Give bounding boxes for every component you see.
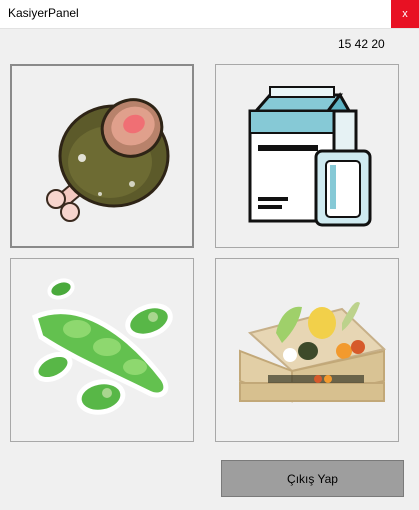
vegetable-crate-icon <box>239 301 387 403</box>
milk-icon <box>248 86 372 227</box>
tile-vegetable-crate[interactable] <box>215 258 399 442</box>
tile-milk[interactable] <box>215 64 399 248</box>
clock-label: 15 42 20 <box>338 37 385 51</box>
meat-icon <box>46 98 170 222</box>
close-button[interactable]: x <box>391 0 419 28</box>
beans-icon <box>31 278 173 415</box>
tile-meat[interactable] <box>10 64 194 248</box>
exit-button[interactable]: Çıkış Yap <box>221 460 404 497</box>
title-bar: KasiyerPanel x <box>0 0 419 29</box>
window-title: KasiyerPanel <box>8 6 79 20</box>
tile-beans[interactable] <box>10 258 194 442</box>
